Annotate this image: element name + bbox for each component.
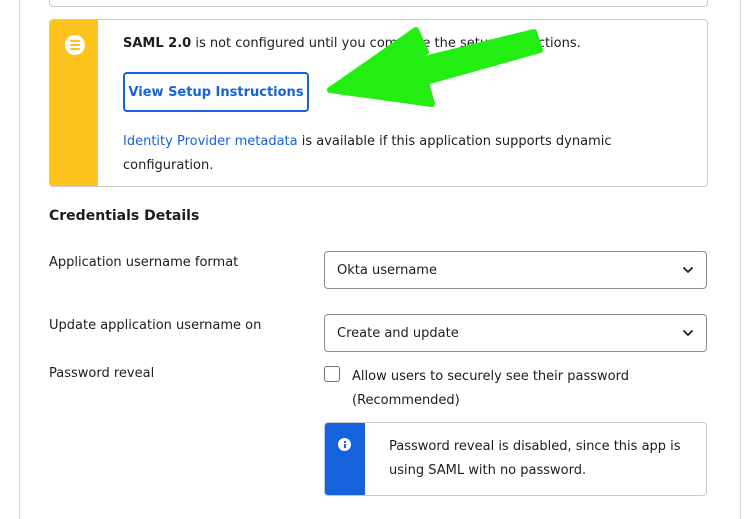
credentials-details-heading: Credentials Details bbox=[49, 208, 200, 224]
username-format-label: Application username format bbox=[49, 255, 239, 270]
metadata-text: Identity Provider metadata is available … bbox=[123, 130, 643, 178]
username-format-select[interactable]: Okta username bbox=[324, 251, 707, 289]
identity-provider-metadata-link[interactable]: Identity Provider metadata bbox=[123, 134, 298, 149]
password-reveal-checkbox-label[interactable]: Allow users to securely see their passwo… bbox=[352, 365, 712, 413]
password-reveal-info-text: Password reveal is disabled, since this … bbox=[389, 439, 681, 478]
info-accent-bar bbox=[325, 423, 365, 495]
update-on-label: Update application username on bbox=[49, 318, 262, 333]
password-reveal-label: Password reveal bbox=[49, 366, 155, 381]
username-format-value: Okta username bbox=[337, 262, 437, 278]
password-reveal-checkbox[interactable] bbox=[324, 366, 340, 382]
update-on-select[interactable]: Create and update bbox=[324, 314, 707, 352]
previous-section-box bbox=[49, 0, 708, 7]
notice-accent-bar bbox=[50, 20, 98, 186]
green-arrow-annotation bbox=[327, 27, 543, 107]
password-reveal-info-callout: Password reveal is disabled, since this … bbox=[324, 422, 707, 496]
chevron-down-icon bbox=[683, 330, 693, 336]
info-icon bbox=[338, 438, 351, 451]
saml-version: SAML 2.0 bbox=[123, 36, 192, 51]
chevron-down-icon bbox=[683, 267, 693, 273]
view-setup-instructions-button[interactable]: View Setup Instructions bbox=[123, 72, 309, 112]
list-icon bbox=[65, 35, 85, 55]
update-on-value: Create and update bbox=[337, 325, 459, 341]
